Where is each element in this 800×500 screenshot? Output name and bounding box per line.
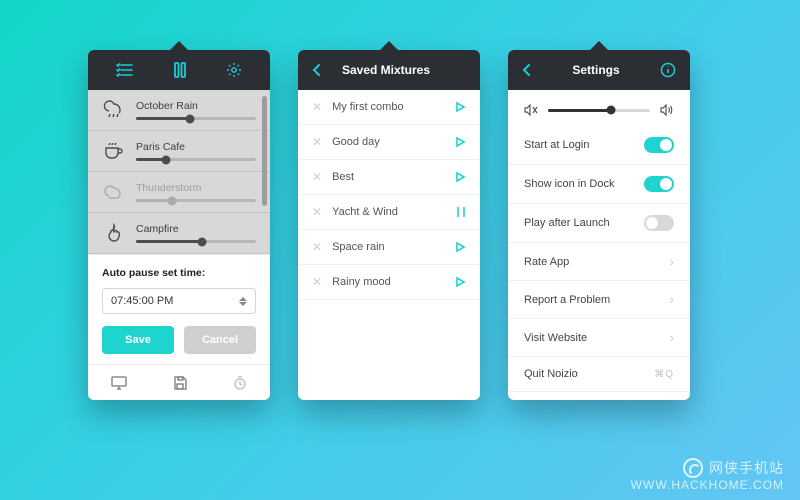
chevron-right-icon: › [670, 292, 674, 307]
chevron-right-icon: › [670, 330, 674, 345]
display-icon[interactable] [111, 376, 127, 390]
delete-icon[interactable]: ✕ [312, 206, 322, 218]
tabs-header [88, 50, 270, 90]
sound-name: Paris Cafe [136, 141, 256, 153]
settings-row[interactable]: Rate App › [508, 243, 690, 281]
volume-slider[interactable] [136, 199, 256, 202]
save-button[interactable]: Save [102, 326, 174, 354]
settings-label: Visit Website [524, 332, 587, 344]
coffee-cup-icon [102, 140, 126, 162]
settings-row[interactable]: Visit Website › [508, 319, 690, 357]
mixtures-title: Saved Mixtures [342, 63, 430, 77]
mixture-name: Rainy mood [332, 276, 391, 288]
settings-label: Show icon in Dock [524, 178, 615, 190]
cloud-icon [102, 181, 126, 203]
settings-panel: Settings Start at Login Show icon in Dock… [508, 50, 690, 400]
play-icon[interactable] [454, 276, 466, 288]
sound-row[interactable]: October Rain [88, 90, 270, 131]
cloud-rain-icon [102, 99, 126, 121]
tab-settings-icon[interactable] [226, 62, 242, 78]
settings-row: Show icon in Dock [508, 165, 690, 204]
mixture-row[interactable]: ✕ Space rain [298, 230, 480, 265]
timer-icon[interactable] [233, 376, 247, 390]
shortcut-label: ⌘Q [654, 369, 674, 380]
mixtures-panel: Saved Mixtures ✕My first combo✕Good day✕… [298, 50, 480, 400]
mixture-row[interactable]: ✕ Best [298, 160, 480, 195]
volume-mute-icon [524, 104, 538, 116]
delete-icon[interactable]: ✕ [312, 241, 322, 253]
cancel-button[interactable]: Cancel [184, 326, 256, 354]
master-volume-track[interactable] [548, 109, 650, 112]
delete-icon[interactable]: ✕ [312, 101, 322, 113]
mixture-name: Good day [332, 136, 380, 148]
settings-label: Report a Problem [524, 294, 610, 306]
mixture-name: My first combo [332, 101, 404, 113]
volume-slider[interactable] [136, 158, 256, 161]
sound-name: October Rain [136, 100, 256, 112]
sound-name: Thunderstorm [136, 182, 256, 194]
settings-label: Start at Login [524, 139, 589, 151]
sounds-panel: October Rain Paris Cafe Thunderstorm Campfi… [88, 50, 270, 400]
delete-icon[interactable]: ✕ [312, 171, 322, 183]
master-volume[interactable] [508, 90, 690, 126]
settings-label: Play after Launch [524, 217, 610, 229]
mixture-row[interactable]: ✕ Yacht & Wind [298, 195, 480, 230]
play-icon[interactable] [454, 101, 466, 113]
play-icon[interactable] [454, 241, 466, 253]
play-icon[interactable] [454, 136, 466, 148]
time-value: 07:45:00 PM [111, 295, 173, 307]
toggle[interactable] [644, 176, 674, 192]
chevron-right-icon: › [670, 254, 674, 269]
sound-row[interactable]: Paris Cafe [88, 131, 270, 172]
auto-pause-panel: Auto pause set time: 07:45:00 PM Save Ca… [88, 254, 270, 364]
info-icon[interactable] [660, 62, 676, 78]
scrollbar[interactable] [262, 96, 267, 206]
sound-row[interactable]: Thunderstorm [88, 172, 270, 213]
settings-title: Settings [572, 63, 619, 77]
settings-list: Start at Login Show icon in Dock Play afte… [508, 126, 690, 392]
mixture-name: Space rain [332, 241, 385, 253]
volume-slider[interactable] [136, 117, 256, 120]
sound-row[interactable]: Campfire [88, 213, 270, 254]
sound-name: Campfire [136, 223, 256, 235]
mixture-name: Yacht & Wind [332, 206, 398, 218]
settings-label: Quit Noizio [524, 368, 578, 380]
tab-pause-icon[interactable] [173, 62, 187, 78]
save-disk-icon[interactable] [173, 376, 187, 390]
watermark-logo [683, 458, 703, 478]
toggle[interactable] [644, 215, 674, 231]
volume-high-icon [660, 104, 674, 116]
mixture-row[interactable]: ✕ My first combo [298, 90, 480, 125]
toggle[interactable] [644, 137, 674, 153]
sound-list: October Rain Paris Cafe Thunderstorm Campfi… [88, 90, 270, 254]
time-input[interactable]: 07:45:00 PM [102, 288, 256, 314]
play-icon[interactable] [454, 171, 466, 183]
settings-row: Start at Login [508, 126, 690, 165]
mixture-list: ✕ My first combo ✕ Good day ✕ Best ✕ Yacht & Wi… [298, 90, 480, 300]
fire-icon [102, 222, 126, 244]
settings-header: Settings [508, 50, 690, 90]
panel-footer [88, 364, 270, 400]
delete-icon[interactable]: ✕ [312, 276, 322, 288]
tab-list-icon[interactable] [116, 63, 134, 77]
mixture-row[interactable]: ✕ Good day [298, 125, 480, 160]
auto-pause-label: Auto pause set time: [102, 267, 256, 279]
mixtures-header: Saved Mixtures [298, 50, 480, 90]
settings-row[interactable]: Quit Noizio ⌘Q [508, 357, 690, 392]
mixture-name: Best [332, 171, 354, 183]
back-icon[interactable] [312, 63, 322, 77]
watermark: 网侠手机站 WWW.HACKHOME.COM [631, 458, 784, 492]
mixture-row[interactable]: ✕ Rainy mood [298, 265, 480, 300]
delete-icon[interactable]: ✕ [312, 136, 322, 148]
settings-row[interactable]: Report a Problem › [508, 281, 690, 319]
volume-slider[interactable] [136, 240, 256, 243]
pause-icon[interactable] [456, 206, 466, 218]
settings-row: Play after Launch [508, 204, 690, 243]
time-stepper[interactable] [239, 297, 247, 306]
back-icon[interactable] [522, 63, 532, 77]
settings-label: Rate App [524, 256, 569, 268]
